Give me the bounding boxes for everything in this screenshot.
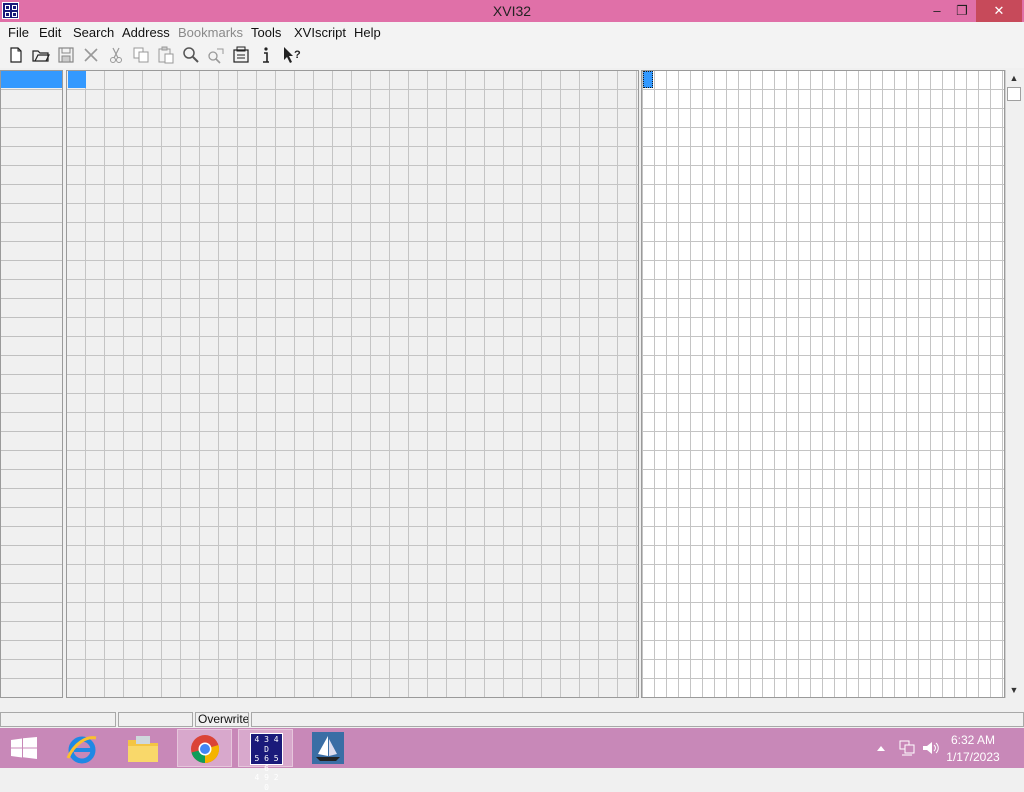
cut-icon[interactable] [106, 45, 126, 65]
menu-bookmarks: Bookmarks [178, 25, 244, 40]
windows-logo-icon[interactable] [10, 737, 38, 759]
paste-icon[interactable] [156, 45, 176, 65]
scroll-down-icon[interactable]: ▼ [1006, 682, 1022, 698]
text-cursor-cell[interactable] [643, 71, 653, 88]
vertical-scrollbar[interactable]: ▲ ▼ [1005, 70, 1022, 698]
properties-icon[interactable] [231, 45, 251, 65]
clock-date[interactable]: 1/17/2023 [938, 750, 1008, 764]
taskbar-chrome[interactable] [177, 729, 232, 767]
status-panel-2 [118, 712, 193, 727]
text-grid[interactable] [641, 70, 1005, 698]
find-icon[interactable] [181, 45, 201, 65]
chrome-icon [191, 735, 220, 764]
xvi32-icon-row: 5 6 5 6 [254, 754, 279, 773]
taskbar-xvi32[interactable]: 4 3 4 D 5 6 5 6 4 9 2 0 [238, 729, 293, 792]
taskbar-file-explorer[interactable] [116, 729, 171, 767]
restore-button[interactable]: ❐ [950, 0, 974, 22]
taskbar-internet-explorer[interactable] [55, 729, 110, 767]
xvi32-icon-row: 4 9 2 0 [254, 773, 279, 792]
network-icon[interactable] [898, 740, 916, 756]
hex-cursor-cell[interactable] [68, 71, 86, 88]
minimize-button[interactable]: – [925, 0, 949, 22]
menu-bar: File Edit Search Address Bookmarks Tools… [0, 22, 1024, 42]
menu-search[interactable]: Search [73, 25, 114, 40]
svg-text:?: ? [294, 49, 301, 61]
volume-icon[interactable] [921, 740, 939, 756]
info-icon[interactable] [256, 45, 276, 65]
overwrite-mode: Overwrite [195, 712, 249, 727]
menu-edit[interactable]: Edit [39, 25, 61, 40]
address-column[interactable] [0, 70, 63, 698]
taskbar-sailboat-app[interactable] [300, 729, 355, 767]
hex-grid[interactable] [66, 70, 639, 698]
status-panel-4 [251, 712, 1024, 727]
taskbar: 4 3 4 D 5 6 5 6 4 9 2 0 6:32 AM 1/17/202… [0, 728, 1024, 792]
title-bar[interactable]: XVI32 – ❐ ✕ [0, 0, 1024, 22]
status-bar: Overwrite [0, 711, 1024, 728]
address-selection [1, 71, 62, 88]
status-panel-1 [0, 712, 116, 727]
copy-icon[interactable] [131, 45, 151, 65]
xvi32-icon: 4 3 4 D 5 6 5 6 4 9 2 0 [250, 733, 283, 792]
sailboat-icon [312, 732, 344, 764]
replace-icon[interactable] [206, 45, 226, 65]
window-title: XVI32 [492, 3, 532, 19]
menu-help[interactable]: Help [354, 25, 381, 40]
help-pointer-icon[interactable]: ? [281, 45, 303, 65]
scroll-thumb[interactable] [1007, 87, 1021, 101]
xvi32-icon-row: 4 3 4 D [254, 735, 279, 754]
close-button[interactable]: ✕ [976, 0, 1022, 22]
clock-time[interactable]: 6:32 AM [938, 733, 1008, 747]
save-icon[interactable] [56, 45, 76, 65]
scroll-up-icon[interactable]: ▲ [1006, 70, 1022, 86]
toolbar: ? [0, 42, 1024, 68]
internet-explorer-icon [66, 736, 97, 764]
open-folder-icon[interactable] [31, 45, 51, 65]
menu-tools[interactable]: Tools [251, 25, 281, 40]
new-file-icon[interactable] [6, 45, 26, 65]
menu-xviscript[interactable]: XVIscript [294, 25, 346, 40]
close-file-icon[interactable] [81, 45, 101, 65]
show-hidden-icons-icon[interactable] [876, 744, 886, 752]
file-explorer-icon [128, 736, 158, 762]
menu-file[interactable]: File [8, 25, 29, 40]
menu-address[interactable]: Address [122, 25, 170, 40]
